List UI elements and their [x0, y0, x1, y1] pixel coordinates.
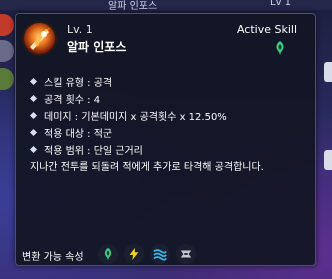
stat-row: 적용 대상 : 적군 [29, 124, 310, 141]
stat-text: 공격 횟수 : 4 [44, 95, 101, 106]
stat-text: 적용 범위 : 단일 근거리 [44, 146, 143, 157]
background-side-tab [324, 150, 332, 170]
skill-type: Active Skill [236, 23, 297, 36]
skill-stats-list: 스킬 유형 : 공격 공격 횟수 : 4 데미지 : 기본데미지 x 공격횟수 … [29, 73, 310, 158]
background-level: Lv 1 [270, 0, 292, 8]
stat-row: 적용 범위 : 단일 근거리 [29, 141, 310, 158]
bullet-diamond-icon [29, 77, 38, 86]
stat-row: 데미지 : 기본데미지 x 공격횟수 x 12.50% [29, 107, 310, 124]
bullet-diamond-icon [29, 94, 38, 103]
skill-name: 알파 인포스 [67, 40, 127, 54]
dark-icon[interactable] [176, 244, 196, 264]
background-side-tab [324, 62, 332, 82]
wind-icon [272, 40, 288, 56]
wind-icon[interactable] [98, 244, 118, 264]
stat-row: 공격 횟수 : 4 [29, 90, 310, 107]
stat-text: 적용 대상 : 적군 [44, 129, 113, 140]
water-icon[interactable] [150, 244, 170, 264]
bullet-diamond-icon [29, 128, 38, 137]
background-top-bar: 알파 인포스 Lv 1 [0, 0, 332, 12]
bullet-diamond-icon [29, 145, 38, 154]
bullet-diamond-icon [29, 111, 38, 120]
fire-slash-icon [22, 21, 57, 56]
convertible-attributes-list [98, 244, 202, 264]
skill-description: 지나간 전투를 되돌려 적에게 추가로 타격해 공격합니다. [30, 162, 264, 173]
skill-tooltip: Lv. 1 알파 인포스 Active Skill 스킬 유형 : 공격 공격 … [15, 13, 316, 266]
lightning-icon[interactable] [124, 244, 144, 264]
stat-row: 스킬 유형 : 공격 [29, 73, 310, 90]
stat-text: 데미지 : 기본데미지 x 공격횟수 x 12.50% [44, 112, 227, 123]
stat-text: 스킬 유형 : 공격 [44, 78, 113, 89]
skill-level: Lv. 1 [67, 23, 93, 36]
convertible-attributes-label: 변환 가능 속성 [22, 252, 84, 263]
background-skill-name: 알파 인포스 [108, 1, 158, 12]
